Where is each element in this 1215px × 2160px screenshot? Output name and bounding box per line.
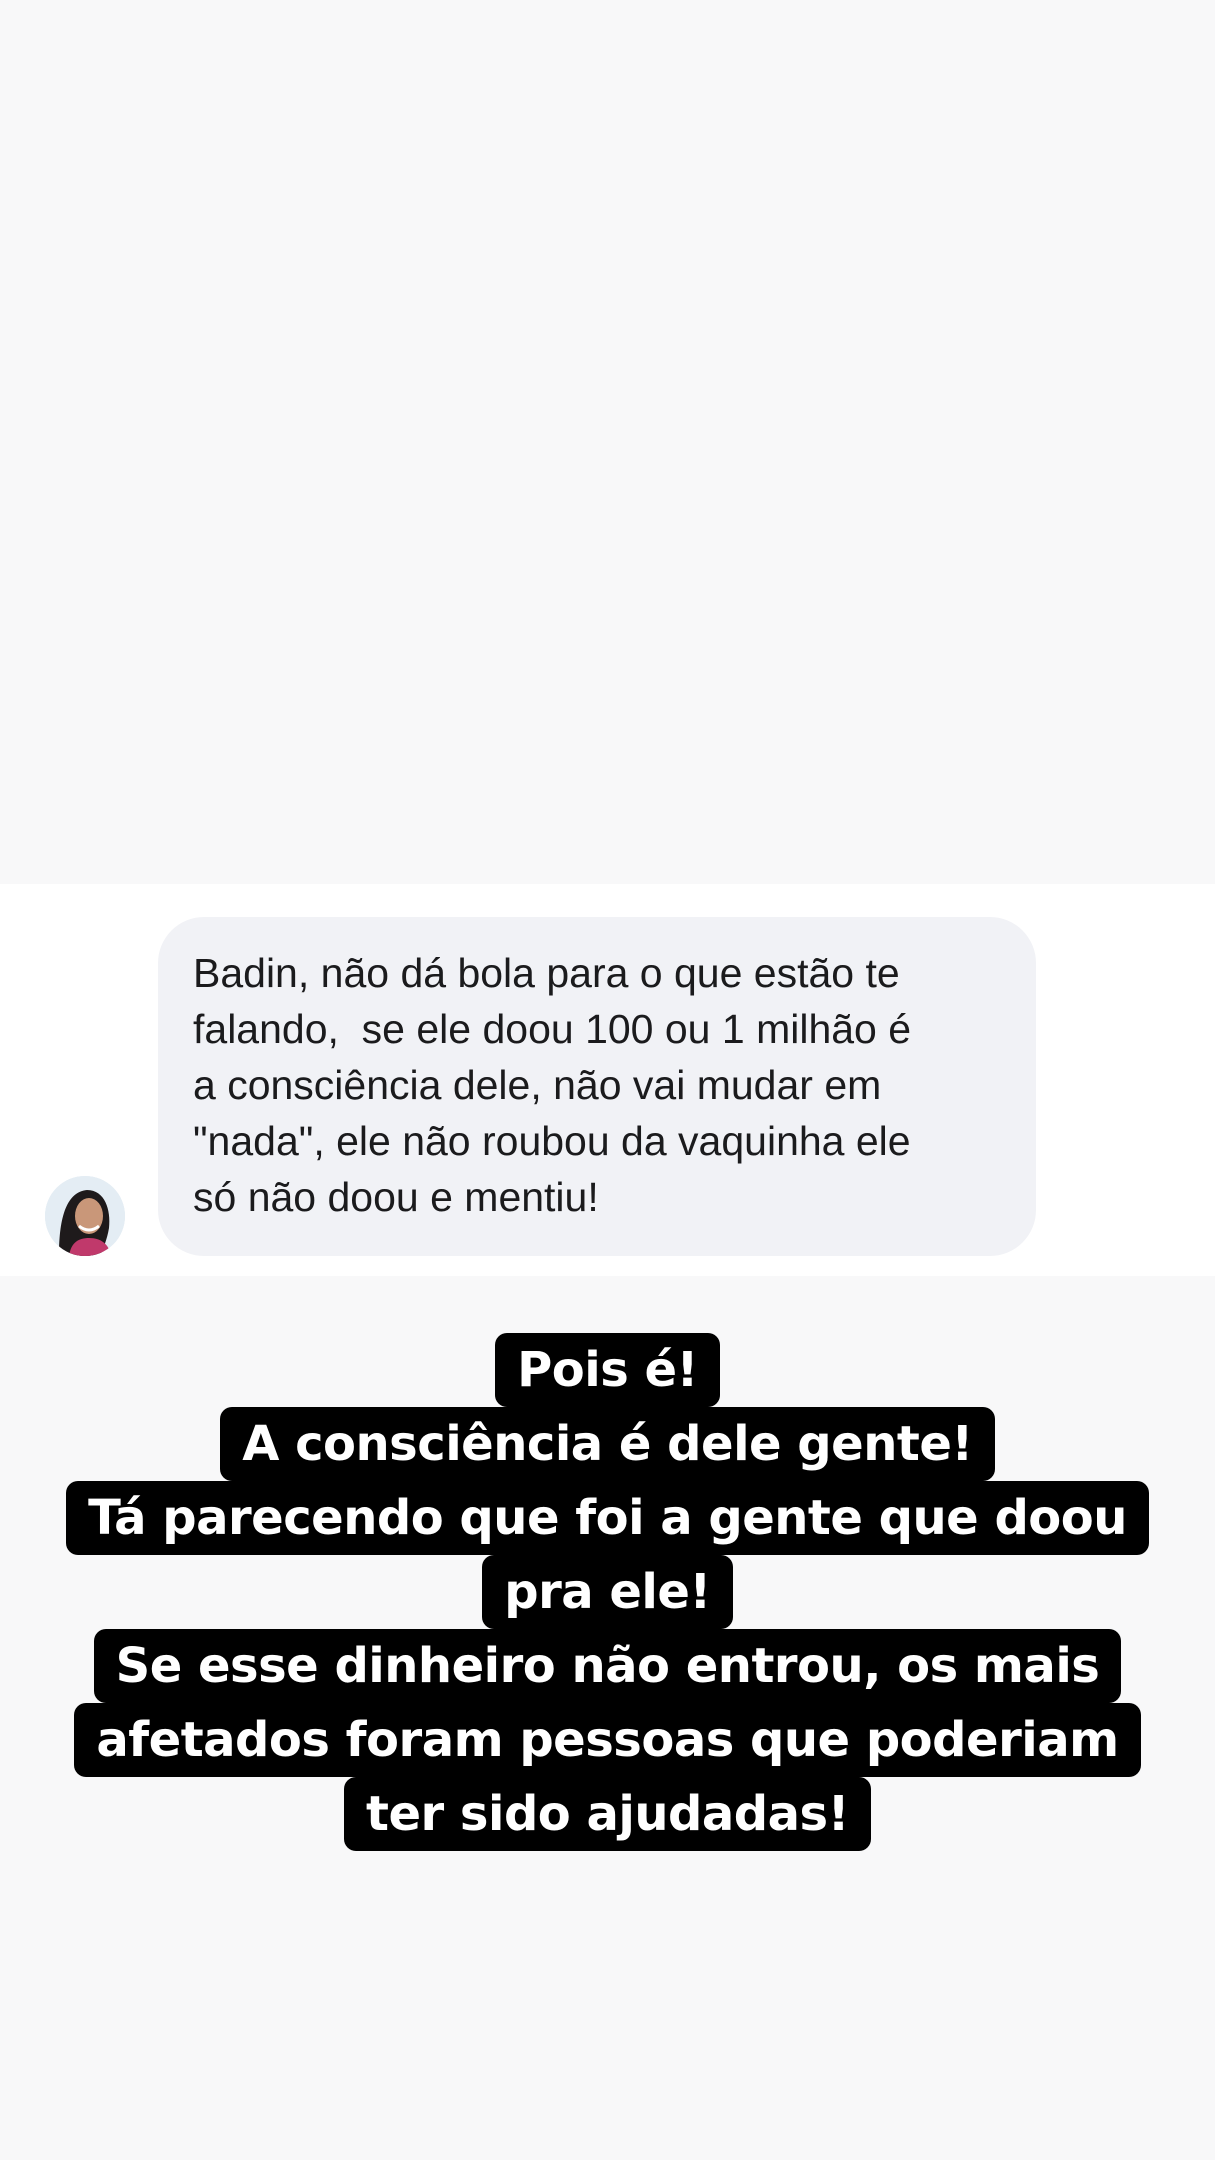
caption-line: Tá parecendo que foi a gente que doou [66, 1481, 1149, 1555]
caption-line: ter sido ajudadas! [344, 1777, 871, 1851]
caption-line: Se esse dinheiro não entrou, os mais [93, 1629, 1122, 1703]
caption-line: pra ele! [482, 1555, 733, 1629]
caption-line: afetados foram pessoas que poderiam [74, 1703, 1141, 1777]
user-avatar-photo [45, 1176, 125, 1256]
comment-bubble: Badin, não dá bola para o que estão te f… [158, 917, 1036, 1256]
caption-line: A consciência é dele gente! [220, 1407, 995, 1481]
caption-line: Pois é! [495, 1333, 720, 1407]
story-caption: Pois é! A consciência é dele gente! Tá p… [0, 1333, 1215, 1851]
comment-text: Badin, não dá bola para o que estão te f… [193, 950, 912, 1220]
avatar[interactable] [45, 1176, 125, 1256]
